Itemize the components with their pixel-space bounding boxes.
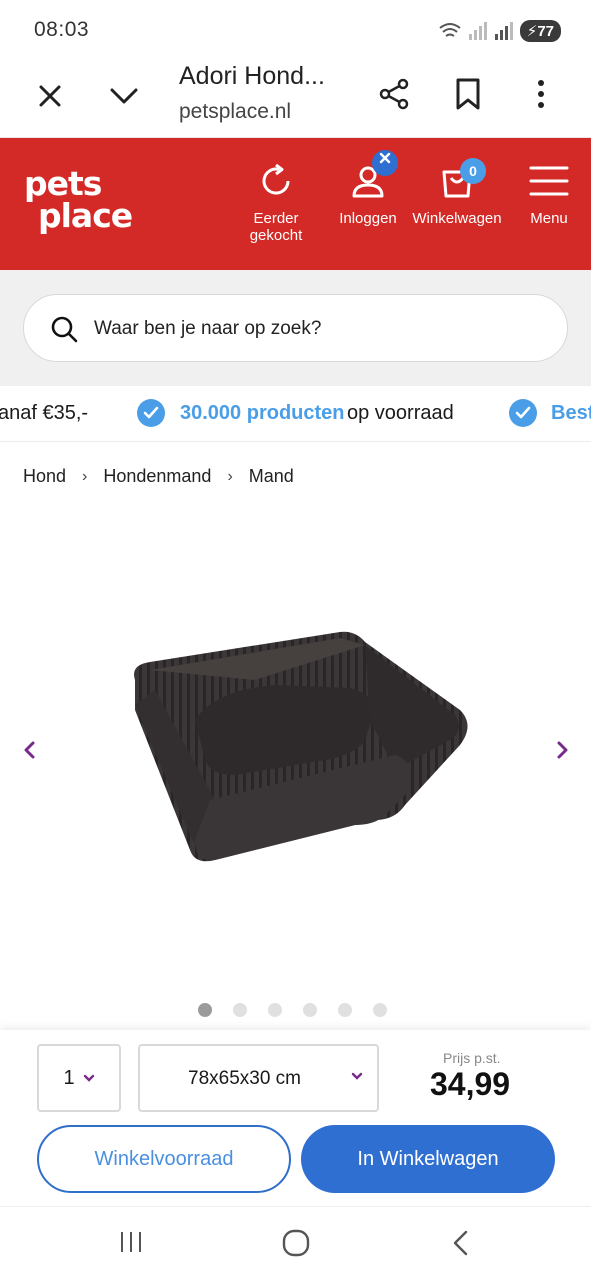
close-icon[interactable] (32, 78, 68, 114)
recent-apps-icon[interactable] (118, 1229, 144, 1255)
chevron-down-icon[interactable] (106, 78, 142, 114)
product-image-dog-bed[interactable] (115, 570, 475, 890)
close-icon (379, 152, 391, 164)
hamburger-icon (529, 166, 569, 196)
more-vertical-icon[interactable] (528, 76, 554, 112)
bookmark-icon[interactable] (452, 76, 484, 112)
usp-item-2-highlight: 30.000 producten (180, 402, 345, 424)
size-value: 78x65x30 cm (188, 1068, 302, 1089)
status-bar: 08:03 ⚡ 77 (0, 0, 591, 62)
login-badge (372, 150, 398, 176)
signal-icon-2 (494, 22, 513, 40)
check-icon (509, 399, 537, 427)
breadcrumb: Hond › Hondenmand › Mand (23, 466, 294, 487)
search-box[interactable] (23, 294, 568, 362)
search-area (0, 270, 591, 386)
search-icon (51, 316, 78, 343)
usp-strip: anaf €35,- 30.000 producten op voorraad … (0, 386, 591, 442)
search-input[interactable] (94, 313, 534, 345)
header-item-inloggen[interactable]: Inloggen (336, 150, 400, 227)
add-to-cart-button[interactable]: In Winkelwagen (301, 1125, 555, 1193)
breadcrumb-separator-icon: › (227, 467, 233, 485)
pets-place-logo[interactable]: pets place (24, 167, 133, 235)
price-label: Prijs p.st. (443, 1050, 501, 1066)
status-icons: ⚡ 77 (438, 20, 561, 42)
header-item-label: Eerder gekocht (249, 210, 303, 244)
header-item-label: Menu (530, 210, 568, 227)
quantity-select[interactable]: 1 (37, 1044, 121, 1112)
browser-toolbar: Adori Hond... petsplace.nl (0, 62, 591, 138)
usp-item-3: Best (551, 402, 591, 424)
share-icon[interactable] (376, 76, 412, 112)
breadcrumb-item-hond[interactable]: Hond (23, 466, 66, 487)
header-item-label: Inloggen (339, 210, 397, 227)
header-item-menu[interactable]: Menu (522, 162, 576, 227)
header-item-eerder-gekocht[interactable]: Eerder gekocht (226, 162, 326, 244)
gallery-pagination (198, 1003, 387, 1017)
header-item-winkelwagen[interactable]: Winkelwagen 0 (412, 158, 502, 227)
product-gallery (0, 500, 591, 1030)
chevron-down-icon (351, 1072, 363, 1080)
check-icon (137, 399, 165, 427)
status-time: 08:03 (34, 18, 90, 41)
gallery-dot[interactable] (373, 1003, 387, 1017)
battery-indicator: ⚡ 77 (519, 20, 561, 42)
site-header: pets place Eerder gekocht Inloggen Winke… (0, 138, 591, 270)
usp-item-2-rest: op voorraad (347, 402, 454, 424)
refresh-icon (262, 163, 290, 195)
battery-level: 77 (537, 22, 554, 40)
page-url[interactable]: petsplace.nl (179, 100, 291, 124)
usp-item-1: anaf €35,- (0, 402, 89, 424)
breadcrumb-item-hondenmand[interactable]: Hondenmand (103, 466, 211, 487)
winkelvoorraad-button[interactable]: Winkelvoorraad (37, 1125, 291, 1193)
cart-count-badge: 0 (460, 158, 486, 184)
gallery-dot[interactable] (198, 1003, 212, 1017)
breadcrumb-separator-icon: › (82, 467, 88, 485)
back-icon[interactable] (450, 1229, 472, 1257)
breadcrumb-item-mand[interactable]: Mand (249, 466, 294, 487)
system-navigation-bar (0, 1206, 591, 1280)
header-item-label: Winkelwagen (412, 210, 502, 227)
gallery-dot[interactable] (303, 1003, 317, 1017)
signal-icon (468, 22, 487, 40)
chevron-left-icon[interactable] (18, 738, 42, 762)
gallery-dot[interactable] (268, 1003, 282, 1017)
gallery-dot[interactable] (338, 1003, 352, 1017)
gallery-dot[interactable] (233, 1003, 247, 1017)
logo-line2: place (38, 196, 133, 235)
purchase-panel: 1 78x65x30 cm Prijs p.st. 34,99 Winkelvo… (0, 1030, 591, 1206)
chevron-right-icon[interactable] (550, 738, 574, 762)
chevron-down-icon (83, 1074, 94, 1082)
home-icon[interactable] (282, 1229, 310, 1257)
quantity-value: 1 (63, 1066, 75, 1089)
size-select[interactable]: 78x65x30 cm (138, 1044, 379, 1112)
wifi-icon (439, 23, 461, 37)
page-title: Adori Hond... (179, 62, 325, 90)
price-value: 34,99 (430, 1066, 511, 1102)
